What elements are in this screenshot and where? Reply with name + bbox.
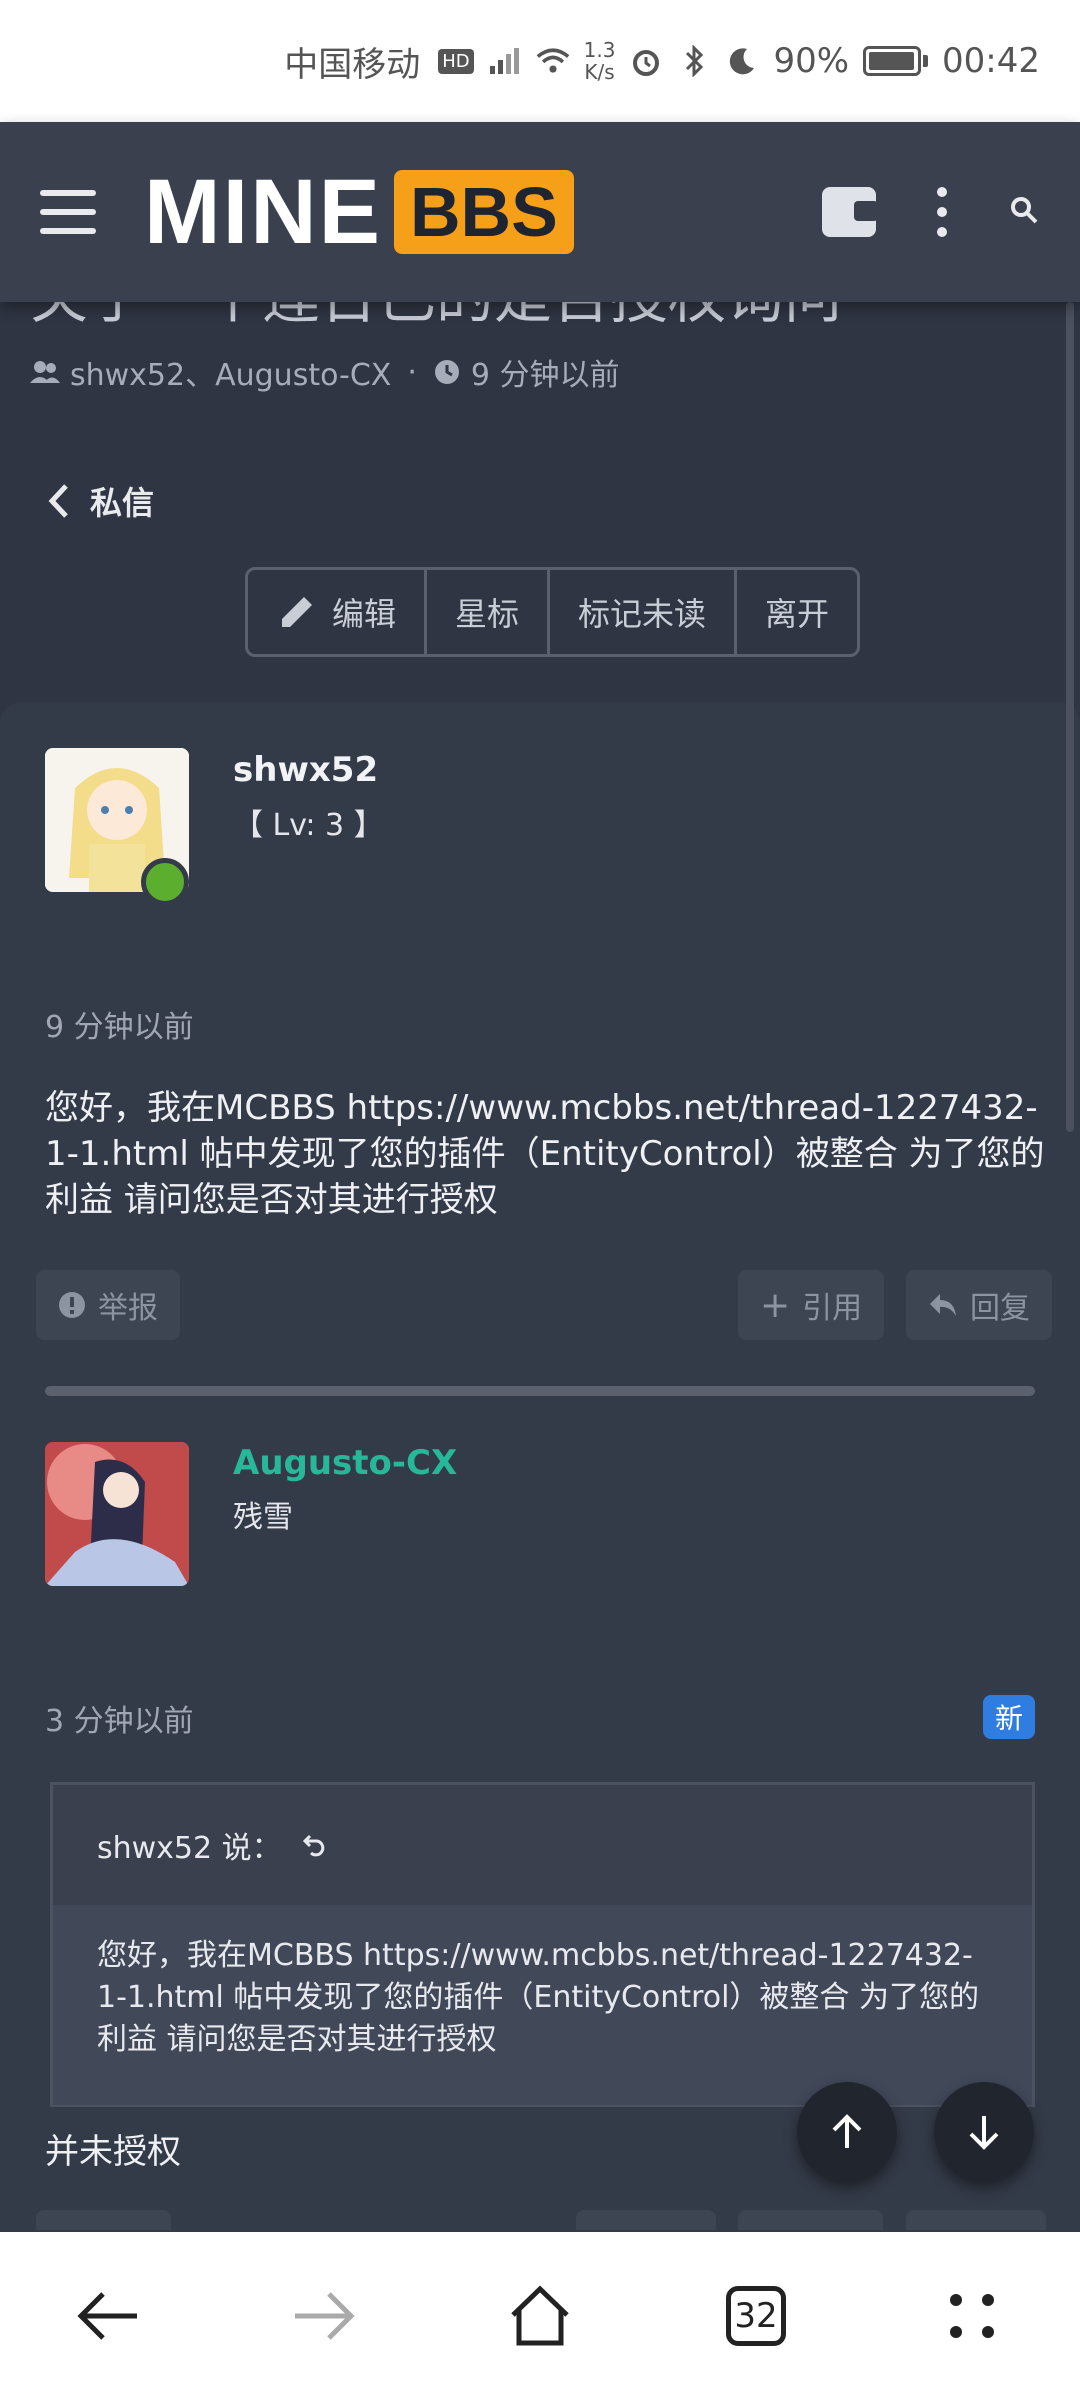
signal-icon (488, 44, 522, 78)
avatar[interactable] (45, 1442, 189, 1586)
quote-author: shwx52 说： (97, 1831, 282, 1866)
logo-mine-text: MINE (144, 160, 382, 263)
user-title: 【 Lv: 3 】 (233, 808, 384, 843)
home-button[interactable] (485, 2261, 595, 2371)
separator: · (407, 354, 417, 390)
network-speed: 1.3 K/s (583, 38, 616, 84)
battery-percent: 90% (773, 41, 850, 81)
home-icon (511, 2285, 569, 2346)
star-button[interactable]: 星标 (427, 570, 551, 654)
more-options-icon[interactable] (936, 187, 948, 237)
site-logo[interactable]: MINE BBS (144, 160, 574, 265)
message-time[interactable]: 3 分钟以前 (45, 1696, 194, 1740)
clock: 00:42 (942, 41, 1040, 81)
alarm-icon (629, 44, 663, 78)
message-body: 并未授权 (45, 2132, 181, 2172)
forward-button[interactable] (269, 2261, 379, 2371)
clock-icon (434, 360, 459, 384)
menu-icon[interactable] (40, 190, 96, 234)
new-badge: 新 (982, 1695, 1035, 1739)
report-label: 举报 (98, 1291, 158, 1326)
quote-header[interactable]: shwx52 说： (53, 1785, 1032, 1905)
quote-button[interactable]: + 引用 (738, 1270, 885, 1340)
reply-button[interactable] (906, 2210, 1046, 2230)
scroll-to-top-button[interactable] (797, 2082, 897, 2182)
arrow-down-icon (969, 2116, 999, 2150)
plus-icon: + (760, 1284, 791, 1326)
user-title: 残雪 (233, 1500, 293, 1535)
logo-bbs-text: BBS (394, 170, 574, 254)
status-bar: 中国移动 HD 1.3 K/s 90% 00:42 (0, 0, 1080, 122)
reply-label: 回复 (970, 1291, 1030, 1326)
tabs-button[interactable]: 32 (701, 2261, 811, 2371)
back-button[interactable] (53, 2261, 163, 2371)
search-icon[interactable] (1008, 194, 1040, 230)
scrollbar[interactable] (1066, 302, 1074, 1132)
report-button[interactable] (36, 2210, 171, 2230)
wifi-icon (536, 44, 570, 78)
quote-body: 您好，我在MCBBS https://www.mcbbs.net/thread-… (53, 1905, 1032, 2105)
thread-meta: shwx52、Augusto-CX · 9 分钟以前 (30, 350, 620, 394)
back-to-conversations[interactable]: 私信 (48, 478, 154, 524)
conversation-actions: 编辑 星标 标记未读 离开 (245, 567, 861, 657)
username[interactable]: Augusto-CX (233, 1443, 457, 1483)
like-button[interactable] (576, 2210, 716, 2230)
alert-icon (59, 1292, 85, 1318)
back-label: 私信 (90, 484, 155, 522)
reply-button[interactable]: 回复 (906, 1270, 1052, 1340)
chevron-left-icon (48, 484, 68, 518)
browser-bottom-nav: 32 (0, 2232, 1080, 2400)
reply-arrow-icon (930, 1294, 956, 1316)
message-time[interactable]: 9 分钟以前 (45, 1002, 194, 1046)
wallet-icon[interactable] (822, 187, 878, 237)
bluetooth-icon (677, 44, 711, 78)
message-body: 您好，我在MCBBS https://www.mcbbs.net/thread-… (45, 1088, 1045, 1220)
report-button[interactable]: 举报 (36, 1270, 180, 1340)
battery-icon (863, 46, 929, 76)
leave-label: 离开 (765, 595, 830, 633)
username[interactable]: shwx52 (233, 750, 378, 790)
leave-button[interactable]: 离开 (737, 570, 857, 654)
edit-label: 编辑 (332, 595, 397, 633)
message-divider (45, 1386, 1035, 1396)
edit-button[interactable]: 编辑 (248, 570, 428, 654)
tabs-count: 32 (726, 2286, 786, 2346)
grid-dots-icon (950, 2294, 994, 2338)
app-header: MINE BBS (0, 122, 1080, 302)
arrow-up-icon (832, 2114, 862, 2148)
quote-button[interactable] (738, 2210, 883, 2230)
online-status-icon (141, 858, 189, 906)
moon-icon (725, 44, 759, 78)
more-menu-button[interactable] (917, 2261, 1027, 2371)
arrow-left-icon (77, 2292, 137, 2340)
star-label: 星标 (455, 595, 520, 633)
jump-to-quote-icon (302, 1834, 324, 1857)
arrow-right-icon (295, 2292, 355, 2340)
carrier-label: 中国移动 (284, 44, 421, 85)
quote-block: shwx52 说： 您好，我在MCBBS https://www.mcbbs.n… (50, 1782, 1035, 2107)
pencil-icon (282, 597, 312, 627)
thread-time: 9 分钟以前 (470, 358, 620, 393)
scroll-to-bottom-button[interactable] (934, 2082, 1034, 2182)
hd-badge: HD (438, 48, 474, 74)
message-actions-row (36, 2210, 1046, 2230)
mark-unread-label: 标记未读 (578, 595, 707, 633)
participants-label[interactable]: shwx52、Augusto-CX (70, 350, 391, 394)
participants-icon (30, 361, 60, 383)
mark-unread-button[interactable]: 标记未读 (550, 570, 738, 654)
quote-label: 引用 (802, 1291, 863, 1326)
